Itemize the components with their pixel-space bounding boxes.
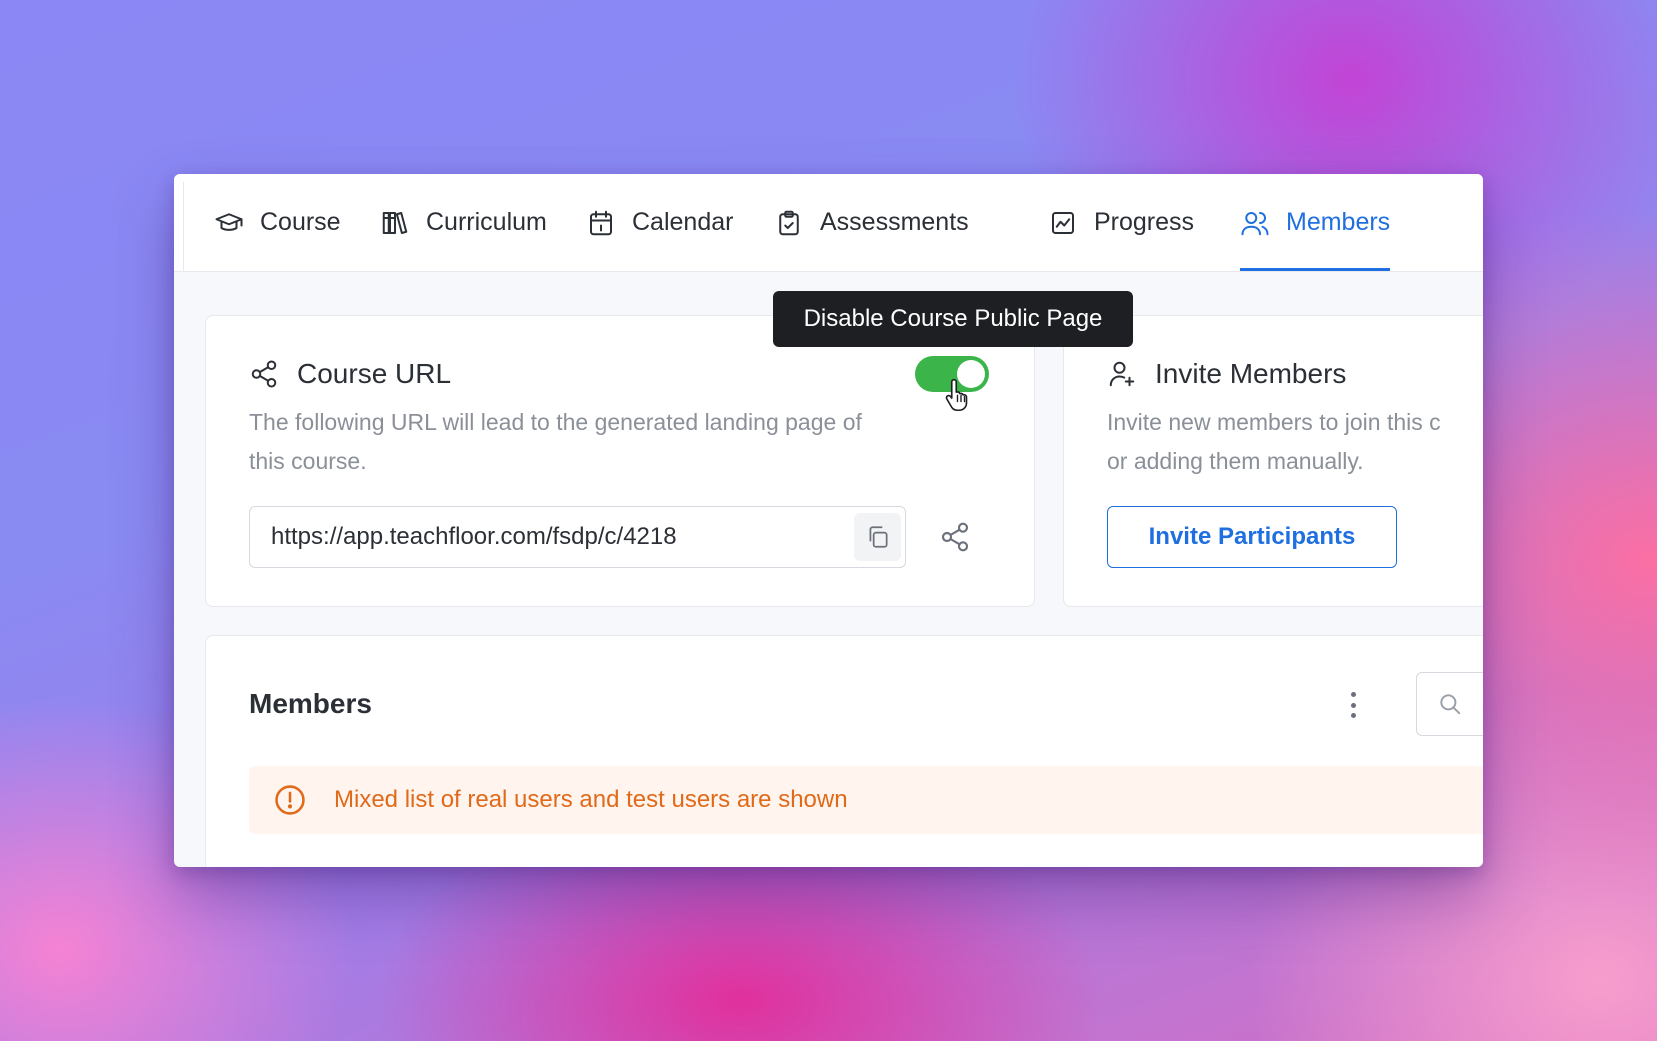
course-url-title: Course URL [297,358,452,389]
alert-text: Mixed list of real users and test users … [334,786,848,813]
search-icon [1440,694,1461,715]
tab-assessments[interactable]: Assessments [774,174,969,271]
invite-members-card: Invite Members Invite new members to joi… [1063,315,1483,607]
tab-label: Progress [1094,208,1195,236]
tab-curriculum[interactable]: Curriculum [380,174,547,271]
course-url-heading: Course URL [249,358,451,390]
test-users-alert: Mixed list of real users and test users … [249,766,1483,834]
invite-participants-button[interactable]: Invite Participants [1107,506,1397,568]
course-url-description: The following URL will lead to the gener… [249,403,969,481]
chart-line-icon [1052,211,1074,234]
warning-circle-icon [275,785,305,815]
public-page-tooltip: Disable Course Public Page [773,291,1133,347]
users-icon [1241,211,1269,235]
tab-bar: Course Curriculum Calendar Assessments P… [174,174,1483,272]
course-url-field [249,506,906,568]
tab-label: Curriculum [426,208,547,236]
books-icon [382,211,408,234]
members-title: Members [249,688,372,719]
app-window: Course Curriculum Calendar Assessments P… [174,174,1483,867]
tab-label: Assessments [820,208,969,236]
share-icon [251,360,277,388]
more-options-button[interactable] [1346,688,1360,722]
tab-members[interactable]: Members [1240,174,1391,271]
tab-label: Members [1286,208,1391,236]
invite-members-heading: Invite Members [1107,358,1346,390]
user-plus-icon [1109,361,1135,387]
members-search-input[interactable] [1416,672,1483,736]
description-line: The following URL will lead to the gener… [249,409,862,435]
tab-course[interactable]: Course [214,174,341,271]
invite-members-title: Invite Members [1155,358,1347,389]
description-line: or adding them manually. [1107,448,1364,474]
tab-label: Calendar [632,208,734,236]
kebab-dot [1350,702,1356,708]
copy-icon [869,526,888,548]
kebab-dot [1350,713,1356,718]
description-line: Invite new members to join this c [1107,409,1441,435]
tab-label: Course [260,208,341,236]
invite-members-description: Invite new members to join this c or add… [1107,403,1483,481]
tab-progress[interactable]: Progress [1048,174,1194,271]
tab-calendar[interactable]: Calendar [586,174,733,271]
clipboard-check-icon [779,210,799,235]
course-url-card: Course URL The following URL will lead t… [205,315,1035,607]
copy-url-button[interactable] [854,513,901,561]
members-card: Members Mixed list of real users and tes… [205,635,1483,867]
calendar-icon [590,210,612,235]
share-url-button[interactable] [939,521,971,553]
graduation-cap-icon [215,212,243,231]
kebab-dot [1350,692,1356,697]
description-line: this course. [249,448,367,474]
course-url-input[interactable] [250,507,861,567]
